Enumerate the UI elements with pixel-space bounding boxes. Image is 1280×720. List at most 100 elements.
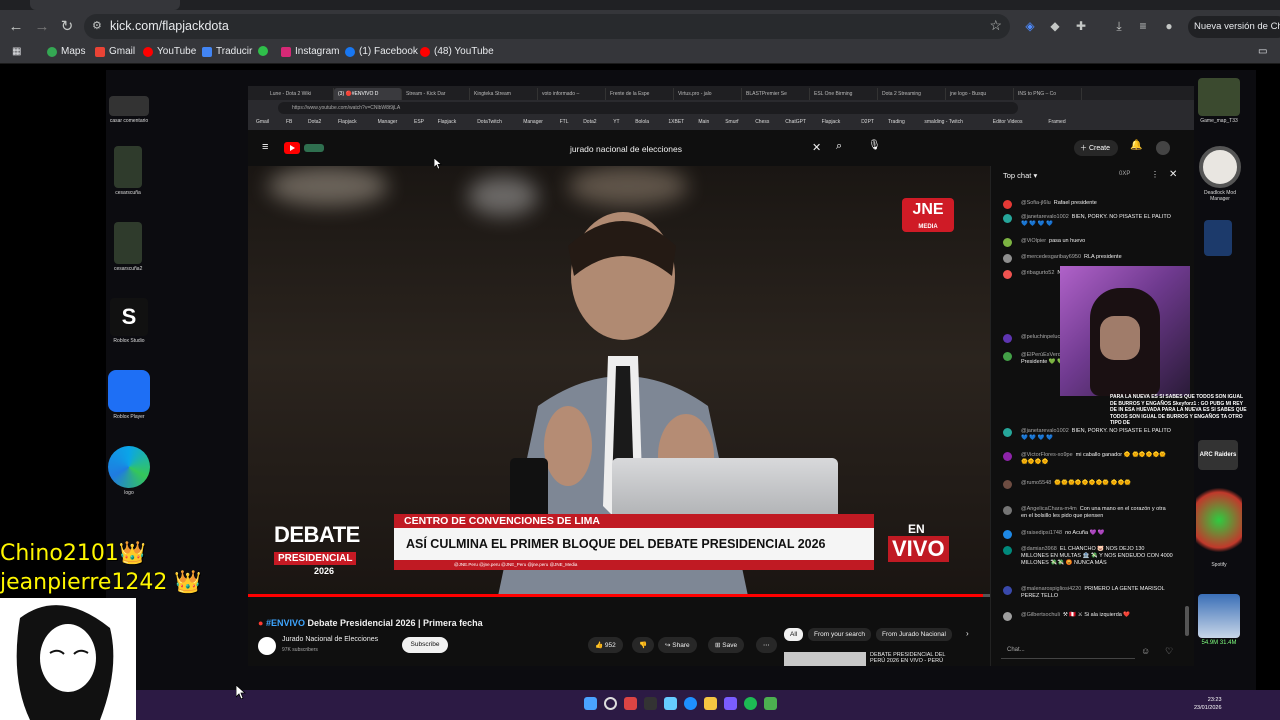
share-button[interactable]: ↪ Share <box>658 637 697 653</box>
youtube-logo[interactable] <box>284 141 326 155</box>
chat-username[interactable]: @ElPerúEsVerde <box>1021 352 1064 358</box>
chat-username[interactable]: @Sofia-jl6lu <box>1021 200 1051 206</box>
bookmark-youtube[interactable]: YouTube <box>143 46 196 57</box>
chat-username[interactable]: @janetarevalo1002 <box>1021 428 1069 434</box>
inner-bookmark[interactable]: FTL <box>560 119 569 125</box>
bookmark-star-icon[interactable]: ☆ <box>989 17 1002 34</box>
bookmark-traducir[interactable]: Traducir <box>202 46 252 57</box>
folder-icon[interactable] <box>704 697 717 710</box>
inner-bookmark[interactable]: Main <box>698 119 709 125</box>
chat-avatar[interactable] <box>1003 352 1012 361</box>
inner-tab[interactable]: Virtus.pro - jalo <box>674 88 742 100</box>
desktop-icon[interactable]: casar comentario <box>109 96 149 124</box>
chat-message[interactable]: @AngelicaChara-m4m Con una mano en el cor… <box>1003 506 1173 520</box>
chip-all[interactable]: All <box>784 628 804 641</box>
chat-avatar[interactable] <box>1003 214 1012 223</box>
inner-tab-active[interactable]: (3) 🔴#ENVIVO D <box>334 88 402 100</box>
chat-avatar[interactable] <box>1003 334 1012 343</box>
extension-icon[interactable]: ◆ <box>1047 18 1063 34</box>
download-icon[interactable]: ⤓ <box>1111 18 1127 34</box>
chat-message[interactable]: @VictorFlores-xo9pe mi caballo ganador 🌞 … <box>1003 452 1173 466</box>
start-icon[interactable] <box>584 697 597 710</box>
video-hashtag[interactable]: #ENVIVO <box>266 618 305 628</box>
chat-username[interactable]: @ViOlpier <box>1021 238 1046 244</box>
inner-bookmark[interactable]: Chess <box>755 119 769 125</box>
inner-bookmark[interactable]: FB <box>286 119 292 125</box>
inner-bookmark[interactable]: Flapjack <box>438 119 457 125</box>
spotify-icon[interactable] <box>744 697 757 710</box>
inner-bookmark[interactable]: D2PT <box>861 119 874 125</box>
inner-tab[interactable]: ESL One Birming <box>810 88 878 100</box>
site-settings-icon[interactable]: ⚙ <box>92 19 102 32</box>
desktop-icon[interactable]: Roblox Player <box>108 370 150 420</box>
inner-bookmark[interactable]: smalding - Twitch <box>924 119 963 125</box>
chat-input[interactable]: Chat... <box>1001 644 1135 659</box>
app-icon[interactable] <box>764 697 777 710</box>
inner-bookmark[interactable]: DotaTwitch <box>477 119 502 125</box>
inner-bookmark[interactable]: Trading <box>888 119 905 125</box>
chat-avatar[interactable] <box>1003 254 1012 263</box>
chevron-right-icon[interactable]: › <box>966 629 969 638</box>
chat-avatar[interactable] <box>1003 200 1012 209</box>
chat-message[interactable]: @Sofia-jl6lu Rafael presidente <box>1003 200 1173 209</box>
chat-message[interactable]: @ViOlpier pasa un huevo <box>1003 238 1173 247</box>
clear-search-icon[interactable]: ✕ <box>812 141 821 154</box>
chat-username[interactable]: @malenarospigliosi4220 <box>1021 586 1081 592</box>
chat-avatar[interactable] <box>1003 428 1012 437</box>
inner-tab[interactable]: Frente de la Espe <box>606 88 674 100</box>
edge-icon[interactable] <box>684 697 697 710</box>
microphone-icon[interactable]: 🎙 <box>868 140 881 151</box>
chat-username[interactable]: @damian3968 <box>1021 546 1057 552</box>
discord-icon[interactable] <box>724 697 737 710</box>
chat-mode-dropdown[interactable]: Top chat ▾ <box>1003 171 1037 180</box>
chat-message[interactable]: @janetarevalo1002 BIEN, PORKY. NO PISASTE… <box>1003 428 1173 442</box>
bookmark-green[interactable] <box>258 46 268 56</box>
inner-tab[interactable]: BLASTPremier Se <box>742 88 810 100</box>
outer-active-tab[interactable] <box>30 0 180 10</box>
folder-icon[interactable]: ▭ <box>1258 46 1267 57</box>
chat-username[interactable]: @raisedipsi1748 <box>1021 530 1062 536</box>
inner-tab[interactable]: Lune - Dota 2 Wiki <box>266 88 334 100</box>
desktop-icon[interactable]: Game_map_T33 <box>1198 78 1240 124</box>
bookmark-youtube-48[interactable]: (48) YouTube <box>420 46 494 57</box>
inner-bookmark[interactable]: Dota2 <box>583 119 596 125</box>
inner-bookmark[interactable]: ESP <box>414 119 424 125</box>
forward-icon[interactable]: → <box>32 16 52 36</box>
heart-icon[interactable]: ♡ <box>1165 646 1173 657</box>
inner-address-bar[interactable]: https://www.youtube.com/watch?v=CNlbW8t9… <box>278 102 1018 114</box>
inner-bookmark[interactable]: Smurf <box>725 119 738 125</box>
chat-message[interactable]: @rumo5548 🌞🌞🌞🌞🌞🌞🌞🌞 🌞🌞🌞 <box>1003 480 1173 489</box>
reading-list-icon[interactable]: ≡ <box>1135 18 1151 34</box>
chat-avatar[interactable] <box>1003 530 1012 539</box>
recommendation-thumbnail[interactable] <box>784 652 866 666</box>
inner-tab[interactable]: Kingteka Stream <box>470 88 538 100</box>
inner-tab[interactable]: jne logo - Busqu <box>946 88 1014 100</box>
chat-username[interactable]: @AngelicaChara-m4m <box>1021 506 1077 512</box>
chat-message[interactable]: @janetarevalo1002 BIEN, PORKY. NO PISASTE… <box>1003 214 1173 228</box>
dislike-button[interactable]: 👎 <box>632 637 655 653</box>
search-icon[interactable]: ⌕ <box>836 140 842 153</box>
chat-message[interactable]: @damian3968 EL CHANCHO 🐷 NOS DEJO 130 MIL… <box>1003 546 1173 567</box>
desktop-icon[interactable]: cesarscuña2 <box>114 222 142 272</box>
app-icon[interactable] <box>664 697 677 710</box>
channel-name[interactable]: Jurado Nacional de Elecciones <box>282 636 378 643</box>
inner-bookmark[interactable]: Dota2 <box>308 119 321 125</box>
profile-icon[interactable]: ● <box>1161 18 1177 34</box>
chat-avatar[interactable] <box>1003 238 1012 247</box>
back-icon[interactable]: ← <box>6 16 26 36</box>
save-button[interactable]: ⊞ Save <box>708 637 745 653</box>
address-bar[interactable]: ⚙ kick.com/flapjackdota ☆ <box>84 14 1010 39</box>
menu-icon[interactable]: ≡ <box>262 141 268 153</box>
chrome-icon[interactable] <box>624 697 637 710</box>
chat-username[interactable]: @ribagurto52 <box>1021 270 1054 276</box>
chip-from-channel[interactable]: From Jurado Nacional <box>876 628 952 641</box>
bookmark-instagram[interactable]: Instagram <box>281 46 339 57</box>
search-icon[interactable] <box>604 697 617 710</box>
chat-username[interactable]: @VictorFlores-xo9pe <box>1021 452 1073 458</box>
youtube-search-input[interactable]: jurado nacional de elecciones <box>570 144 682 154</box>
chat-username[interactable]: @janetarevalo1002 <box>1021 214 1069 220</box>
close-icon[interactable]: ✕ <box>1169 169 1177 180</box>
chat-avatar[interactable] <box>1003 586 1012 595</box>
inner-tab[interactable]: voto informado – <box>538 88 606 100</box>
video-player[interactable]: JNE MEDIA DEBATE PRESIDENCIAL 2026 CENTRO… <box>248 166 990 596</box>
